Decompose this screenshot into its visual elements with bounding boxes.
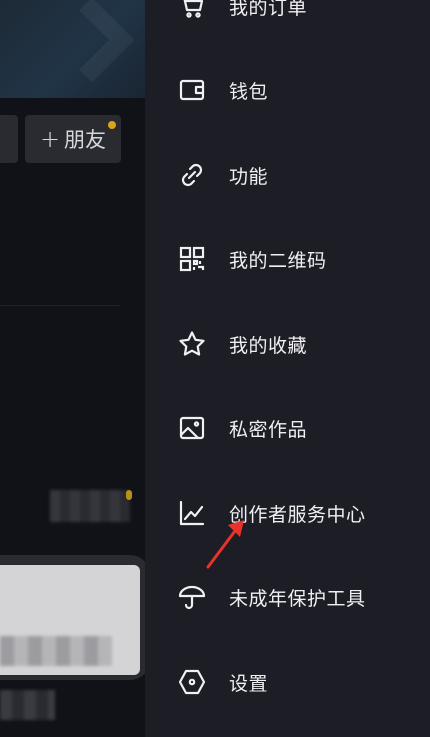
menu-item-label: 私密作品 xyxy=(229,418,308,441)
menu-item-label: 我的收藏 xyxy=(229,334,308,357)
menu-item-wallet[interactable]: 钱包 xyxy=(145,60,430,120)
blurred-content xyxy=(0,690,55,720)
menu-item-label: 功能 xyxy=(229,165,269,188)
hexagon-icon xyxy=(177,667,207,697)
cart-icon xyxy=(177,0,207,21)
background-tab[interactable] xyxy=(0,115,18,163)
side-drawer-menu: 我的订单 钱包 功能 我的二维码 我的收藏 私密作品 创作者服务中心 未成年保护… xyxy=(145,0,430,737)
blurred-content xyxy=(0,636,112,666)
menu-item-label: 我的订单 xyxy=(229,0,308,19)
menu-item-label: 未成年保护工具 xyxy=(229,587,366,610)
annotation-arrow-icon xyxy=(206,520,244,569)
menu-item-settings[interactable]: 设置 xyxy=(145,652,430,712)
menu-item-label: 设置 xyxy=(229,672,269,695)
divider xyxy=(0,305,120,306)
qrcode-icon xyxy=(177,244,207,274)
menu-item-favorites[interactable]: 我的收藏 xyxy=(145,314,430,374)
add-friends-label: 朋友 xyxy=(64,128,107,152)
star-icon xyxy=(177,329,207,359)
notification-dot xyxy=(108,121,116,129)
umbrella-icon xyxy=(177,582,207,612)
menu-item-label: 我的二维码 xyxy=(229,249,327,272)
badge-marker xyxy=(126,490,132,500)
background-app: + 朋友 xyxy=(0,0,145,737)
menu-item-qrcode[interactable]: 我的二维码 xyxy=(145,229,430,289)
menu-item-creator-center[interactable]: 创作者服务中心 xyxy=(145,483,430,543)
menu-item-label: 钱包 xyxy=(229,80,269,103)
plus-icon: + xyxy=(39,125,61,153)
image-icon xyxy=(177,413,207,443)
wallet-icon xyxy=(177,75,207,105)
menu-item-features[interactable]: 功能 xyxy=(145,145,430,205)
blurred-content xyxy=(50,490,130,522)
add-friends-button[interactable]: + 朋友 xyxy=(25,115,121,163)
link-icon xyxy=(177,160,207,190)
menu-item-orders[interactable]: 我的订单 xyxy=(145,0,430,36)
menu-item-private-works[interactable]: 私密作品 xyxy=(145,398,430,458)
menu-item-minor-protection[interactable]: 未成年保护工具 xyxy=(145,567,430,627)
